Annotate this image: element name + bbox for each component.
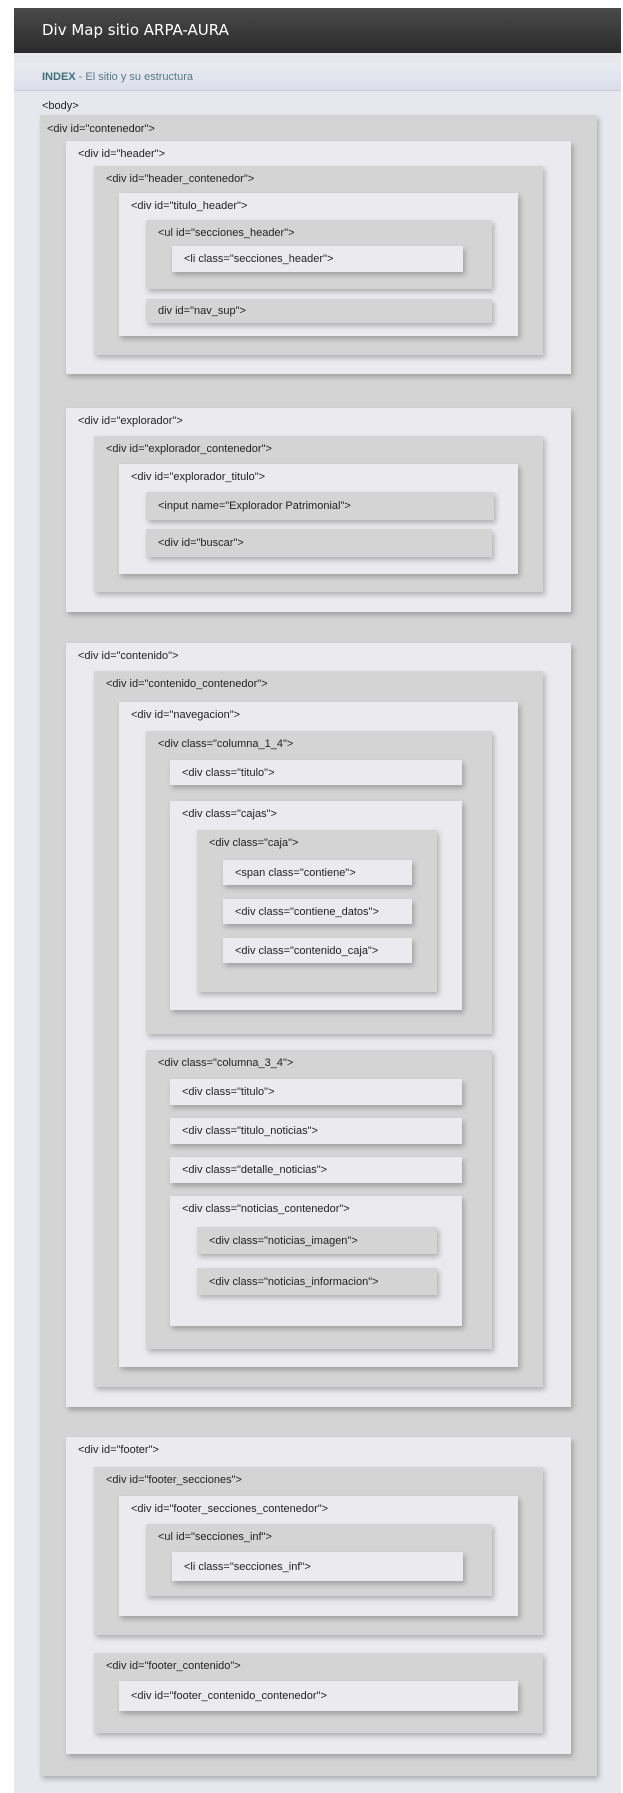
span-contiene: <span class="contiene">: [223, 860, 412, 885]
li-secciones-inf: <li class="secciones_inf">: [172, 1552, 463, 1581]
div-footer-contenido-contenedor-label: <div id="footer_contenido_contenedor">: [131, 1690, 327, 1702]
div-cajas-label: <div class="cajas">: [182, 808, 277, 820]
page-title: Div Map sitio ARPA-AURA: [42, 21, 229, 39]
body-tag: <body>: [42, 100, 79, 112]
div-contiene-datos-label: <div class="contiene_datos">: [235, 905, 379, 918]
breadcrumb-separator: -: [75, 71, 86, 83]
div-columna-3-4-label: <div class="columna_3_4">: [158, 1057, 294, 1069]
div-titulo-noticias-label: <div class="titulo_noticias">: [182, 1125, 318, 1137]
div-noticias-contenedor-label: <div class="noticias_contenedor">: [182, 1203, 350, 1215]
page-title-bar: Div Map sitio ARPA-AURA: [14, 8, 621, 53]
div-buscar-label: <div id="buscar">: [158, 537, 244, 549]
div-detalle-noticias-label: <div class="detalle_noticias">: [182, 1164, 328, 1176]
div-noticias-contenedor: <div class="noticias_contenedor">: [170, 1196, 462, 1326]
div-footer-contenido-label: <div id="footer_contenido">: [106, 1660, 241, 1672]
breadcrumb: INDEX - El sitio y su estructura: [14, 63, 621, 91]
div-contenido-label: <div id="contenido">: [78, 650, 179, 662]
div-titulo-noticias: <div class="titulo_noticias">: [170, 1118, 462, 1144]
div-nav-sup: div id="nav_sup">: [146, 299, 492, 323]
div-explorador-label: <div id="explorador">: [78, 415, 183, 427]
ul-secciones-header-label: <ul id="secciones_header">: [158, 227, 295, 239]
div-navegacion-label: <div id="navegacion">: [131, 709, 241, 721]
div-titulo-col1-label: <div class="titulo">: [182, 766, 275, 779]
div-header-contenedor-label: <div id="header_contenedor">: [106, 173, 255, 185]
div-contiene-datos: <div class="contiene_datos">: [223, 899, 412, 924]
content-frame: Div Map sitio ARPA-AURA INDEX - El sitio…: [14, 8, 621, 1793]
div-titulo-header-label: <div id="titulo_header">: [131, 200, 248, 212]
div-contenido-caja: <div class="contenido_caja">: [223, 938, 412, 963]
input-explorador-patrimonial: <input name="Explorador Patrimonial">: [146, 492, 494, 520]
div-footer-secciones-contenedor-label: <div id="footer_secciones_contenedor">: [131, 1503, 329, 1515]
breadcrumb-text: El sitio y su estructura: [85, 71, 193, 83]
div-noticias-informacion: <div class="noticias_informacion">: [197, 1268, 437, 1295]
span-contiene-label: <span class="contiene">: [235, 866, 356, 879]
li-secciones-header-label: <li class="secciones_header">: [184, 253, 334, 265]
div-titulo-col3-label: <div class="titulo">: [182, 1086, 275, 1098]
div-noticias-imagen: <div class="noticias_imagen">: [197, 1227, 437, 1254]
div-noticias-imagen-label: <div class="noticias_imagen">: [209, 1234, 358, 1247]
div-contenido-caja-label: <div class="contenido_caja">: [235, 944, 379, 957]
input-explorador-patrimonial-label: <input name="Explorador Patrimonial">: [158, 500, 351, 512]
div-noticias-informacion-label: <div class="noticias_informacion">: [209, 1275, 379, 1288]
ul-secciones-inf-label: <ul id="secciones_inf">: [158, 1531, 272, 1543]
div-contenido-contenedor-label: <div id="contenido_contenedor">: [106, 678, 268, 690]
div-footer-contenido-contenedor: <div id="footer_contenido_contenedor">: [119, 1681, 518, 1711]
li-secciones-header: <li class="secciones_header">: [172, 246, 463, 272]
div-footer-secciones-label: <div id="footer_secciones">: [106, 1474, 242, 1486]
div-titulo-col3: <div class="titulo">: [170, 1079, 462, 1105]
div-caja-label: <div class="caja">: [209, 837, 299, 849]
div-columna-1-4-label: <div class="columna_1_4">: [158, 738, 294, 750]
div-header-label: <div id="header">: [78, 148, 166, 160]
breadcrumb-index-link[interactable]: INDEX: [42, 71, 76, 83]
div-titulo-col1: <div class="titulo">: [170, 760, 462, 785]
div-detalle-noticias: <div class="detalle_noticias">: [170, 1157, 462, 1183]
div-explorador-titulo-label: <div id="explorador_titulo">: [131, 471, 266, 483]
div-footer-label: <div id="footer">: [78, 1444, 159, 1456]
div-explorador-contenedor-label: <div id="explorador_contenedor">: [106, 443, 272, 455]
div-contenedor-label: <div id="contenedor">: [47, 123, 155, 135]
li-secciones-inf-label: <li class="secciones_inf">: [184, 1560, 311, 1573]
div-buscar: <div id="buscar">: [146, 529, 492, 557]
div-nav-sup-label: div id="nav_sup">: [158, 305, 246, 317]
page: Div Map sitio ARPA-AURA INDEX - El sitio…: [0, 0, 623, 1793]
